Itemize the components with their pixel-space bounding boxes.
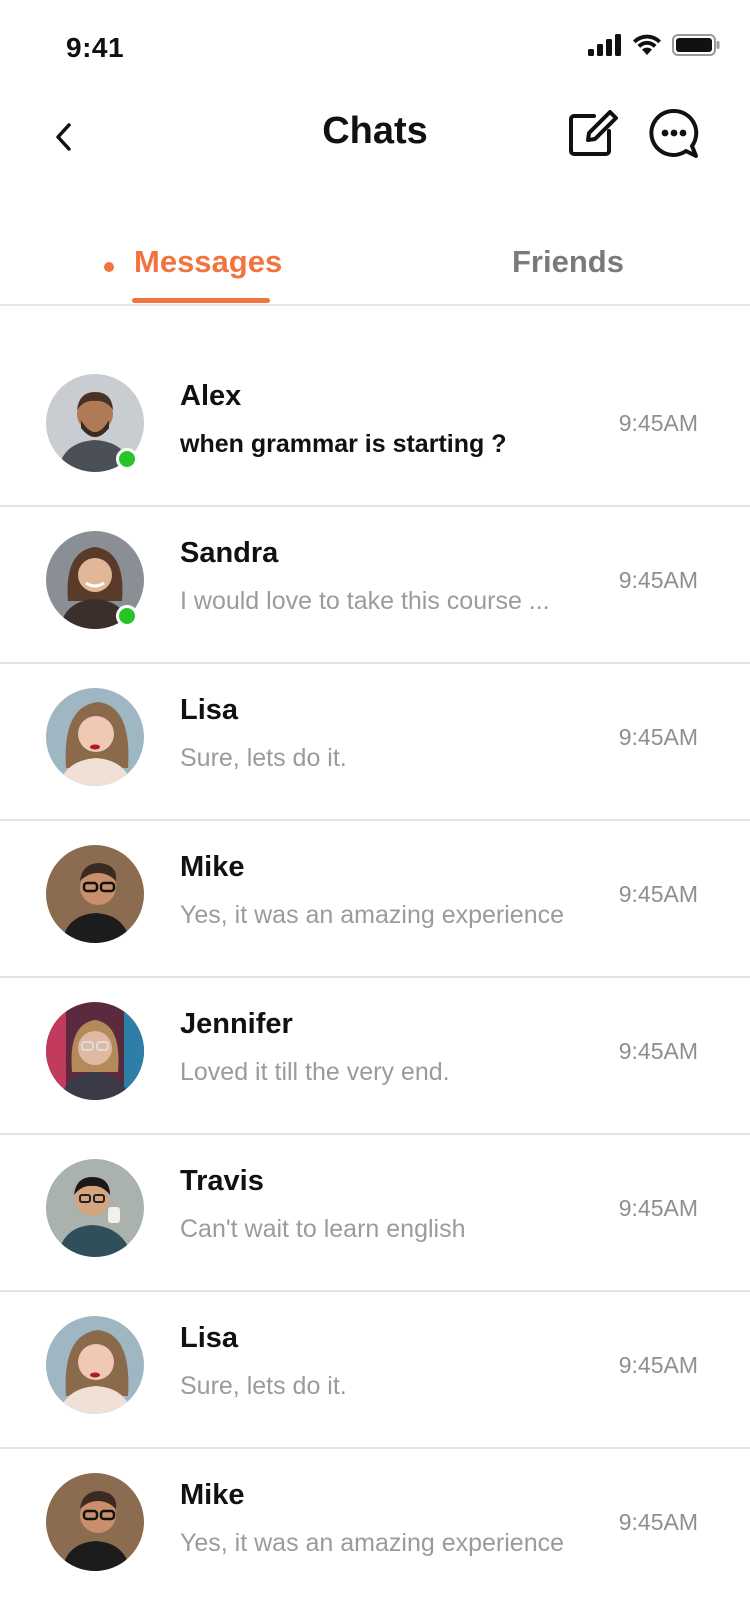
chat-time: 9:45AM — [618, 567, 698, 593]
chat-name: Mike — [180, 1479, 245, 1511]
battery-icon — [672, 34, 720, 56]
chat-preview: Loved it till the very end. — [180, 1058, 450, 1086]
chat-row[interactable]: Jennifer Loved it till the very end. 9:4… — [0, 978, 750, 1135]
chat-row[interactable]: Mike Yes, it was an amazing experience 9… — [0, 1449, 750, 1606]
chat-preview: Can't wait to learn english — [180, 1215, 466, 1243]
avatar — [46, 1473, 144, 1571]
chat-preview: Yes, it was an amazing experience — [180, 1529, 565, 1557]
active-tab-underline — [132, 298, 270, 303]
signal-icon — [588, 34, 622, 56]
tab-friends[interactable]: Friends — [512, 244, 624, 280]
chat-time: 9:45AM — [618, 1509, 698, 1535]
chat-row[interactable]: Sandra I would love to take this course … — [0, 507, 750, 664]
status-time: 9:41 — [66, 32, 125, 63]
status-icons — [588, 34, 720, 56]
status-bar: 9:41 — [0, 0, 750, 100]
chat-options-button[interactable] — [646, 106, 702, 162]
avatar — [46, 845, 144, 943]
chat-name: Jennifer — [180, 1008, 293, 1040]
chat-name: Travis — [180, 1165, 264, 1197]
avatar — [46, 1159, 144, 1257]
active-tab-indicator-dot — [104, 262, 114, 272]
chat-list: Alex when grammar is starting ? 9:45AM S… — [0, 350, 750, 1606]
chat-row[interactable]: Mike Yes, it was an amazing experience 9… — [0, 821, 750, 978]
chat-row[interactable]: Lisa Sure, lets do it. 9:45AM — [0, 664, 750, 821]
chat-time: 9:45AM — [618, 1038, 698, 1064]
chat-row[interactable]: Alex when grammar is starting ? 9:45AM — [0, 350, 750, 507]
chat-preview: Sure, lets do it. — [180, 744, 347, 772]
chat-preview: Sure, lets do it. — [180, 1372, 347, 1400]
chat-time: 9:45AM — [618, 724, 698, 750]
chat-time: 9:45AM — [618, 410, 698, 436]
chat-time: 9:45AM — [618, 1195, 698, 1221]
avatar — [46, 688, 144, 786]
chat-name: Sandra — [180, 537, 279, 569]
page-title: Chats — [322, 110, 428, 152]
compose-button[interactable] — [566, 106, 622, 162]
compose-icon — [566, 110, 622, 166]
chat-name: Lisa — [180, 1322, 239, 1354]
online-status-dot — [116, 448, 138, 470]
nav-bar: Chats — [0, 100, 750, 200]
chat-time: 9:45AM — [618, 1352, 698, 1378]
chat-time: 9:45AM — [618, 881, 698, 907]
tab-messages[interactable]: Messages — [134, 244, 282, 280]
chat-name: Mike — [180, 851, 245, 883]
chat-preview: I would love to take this course ... — [180, 587, 550, 615]
chat-preview: Yes, it was an amazing experience — [180, 901, 565, 929]
chat-name: Alex — [180, 380, 242, 412]
avatar — [46, 1316, 144, 1414]
chat-row[interactable]: Travis Can't wait to learn english 9:45A… — [0, 1135, 750, 1292]
wifi-icon — [632, 34, 662, 56]
chat-preview: when grammar is starting ? — [180, 430, 507, 458]
chat-name: Lisa — [180, 694, 239, 726]
chat-row[interactable]: Lisa Sure, lets do it. 9:45AM — [0, 1292, 750, 1449]
avatar — [46, 1002, 144, 1100]
chat-bubble-icon — [646, 108, 702, 166]
online-status-dot — [116, 605, 138, 627]
